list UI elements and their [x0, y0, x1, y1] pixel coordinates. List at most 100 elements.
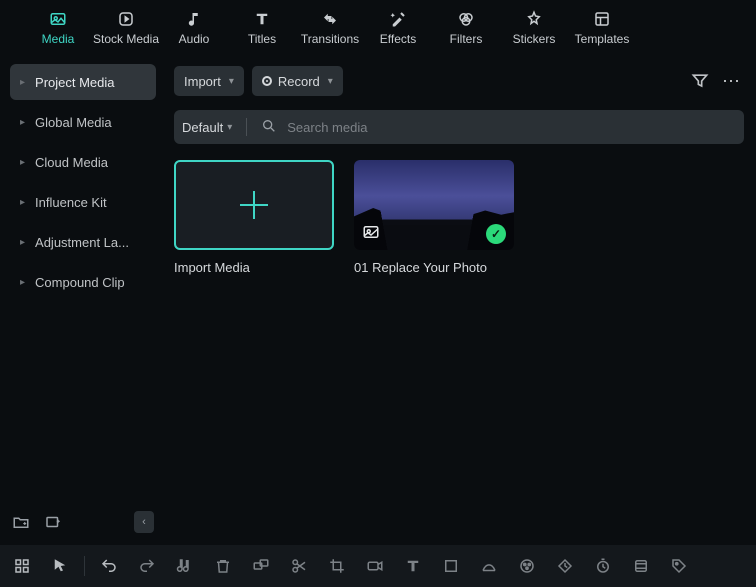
- freeze-frame-button[interactable]: [631, 556, 651, 576]
- ungroup-button[interactable]: [251, 556, 271, 576]
- tab-label: Effects: [380, 32, 416, 46]
- tab-label: Templates: [575, 32, 630, 46]
- caret-down-icon: ▾: [328, 76, 333, 87]
- sidebar-item-cloud-media[interactable]: ▸ Cloud Media: [10, 144, 156, 180]
- filters-icon: [456, 10, 476, 28]
- sidebar-item-label: Influence Kit: [35, 195, 107, 210]
- timeline-toolbar: [0, 545, 756, 587]
- button-label: Import: [184, 74, 221, 89]
- import-media-thumb[interactable]: [174, 160, 334, 250]
- record-icon: [262, 76, 272, 86]
- media-thumb[interactable]: ✓: [354, 160, 514, 250]
- sidebar-bottom: ‹: [10, 507, 156, 537]
- card-label: 01 Replace Your Photo: [354, 260, 516, 275]
- tab-label: Audio: [179, 32, 210, 46]
- tab-stock-media[interactable]: Stock Media: [92, 4, 160, 52]
- shape-button[interactable]: [441, 556, 461, 576]
- separator: [84, 556, 85, 576]
- sidebar-item-adjustment-layer[interactable]: ▸ Adjustment La...: [10, 224, 156, 260]
- keyframe-button[interactable]: [555, 556, 575, 576]
- card-label: Import Media: [174, 260, 336, 275]
- content-panel: Import ▾ Record ▾ ⋯ Default ▾: [166, 56, 756, 545]
- collapse-sidebar-button[interactable]: ‹: [134, 511, 154, 533]
- toolbar-apps-icon[interactable]: [12, 556, 32, 576]
- redo-button[interactable]: [137, 556, 157, 576]
- image-type-icon: [362, 223, 380, 244]
- new-bin-icon[interactable]: [44, 513, 62, 531]
- divider: [246, 118, 247, 136]
- main-area: ▸ Project Media ▸ Global Media ▸ Cloud M…: [0, 56, 756, 545]
- record-button[interactable]: Record ▾: [252, 66, 343, 96]
- media-icon: [48, 10, 68, 28]
- sidebar-item-global-media[interactable]: ▸ Global Media: [10, 104, 156, 140]
- sort-default-select[interactable]: Default ▾: [182, 120, 232, 135]
- effects-icon: [388, 10, 408, 28]
- import-media-card[interactable]: Import Media: [174, 160, 336, 275]
- tab-audio[interactable]: Audio: [160, 4, 228, 52]
- caret-down-icon: ▾: [227, 122, 232, 133]
- filter-sort-button[interactable]: [688, 69, 712, 93]
- search-input[interactable]: [287, 120, 736, 135]
- speed-curve-button[interactable]: [479, 556, 499, 576]
- tab-label: Media: [42, 32, 75, 46]
- tab-templates[interactable]: Templates: [568, 4, 636, 52]
- tab-titles[interactable]: Titles: [228, 4, 296, 52]
- sidebar-item-label: Cloud Media: [35, 155, 108, 170]
- text-button[interactable]: [403, 556, 423, 576]
- audio-icon: [184, 10, 204, 28]
- more-options-button[interactable]: ⋯: [720, 69, 744, 93]
- split-button[interactable]: [289, 556, 309, 576]
- sidebar-item-influence-kit[interactable]: ▸ Influence Kit: [10, 184, 156, 220]
- chevron-right-icon: ▸: [20, 197, 25, 208]
- color-button[interactable]: [517, 556, 537, 576]
- new-folder-icon[interactable]: [12, 513, 30, 531]
- tab-effects[interactable]: Effects: [364, 4, 432, 52]
- sidebar-item-label: Project Media: [35, 75, 114, 90]
- camera-button[interactable]: [365, 556, 385, 576]
- delete-button[interactable]: [213, 556, 233, 576]
- tab-filters[interactable]: Filters: [432, 4, 500, 52]
- tab-label: Stickers: [513, 32, 556, 46]
- sidebar: ▸ Project Media ▸ Global Media ▸ Cloud M…: [0, 56, 166, 545]
- sidebar-item-label: Global Media: [35, 115, 112, 130]
- chevron-right-icon: ▸: [20, 77, 25, 88]
- transitions-icon: [320, 10, 340, 28]
- chevron-right-icon: ▸: [20, 237, 25, 248]
- tab-label: Stock Media: [93, 32, 159, 46]
- checked-badge: ✓: [486, 224, 506, 244]
- button-label: Record: [278, 74, 320, 89]
- stickers-icon: [524, 10, 544, 28]
- chevron-right-icon: ▸: [20, 117, 25, 128]
- media-grid: Import Media ✓ 01 Replace Your Photo: [174, 160, 744, 275]
- media-item-card[interactable]: ✓ 01 Replace Your Photo: [354, 160, 516, 275]
- tab-label: Titles: [248, 32, 276, 46]
- tab-label: Filters: [450, 32, 483, 46]
- tab-media[interactable]: Media: [24, 4, 92, 52]
- tab-label: Transitions: [301, 32, 359, 46]
- marker-button[interactable]: [175, 556, 195, 576]
- crop-button[interactable]: [327, 556, 347, 576]
- chevron-right-icon: ▸: [20, 277, 25, 288]
- chevron-right-icon: ▸: [20, 157, 25, 168]
- titles-icon: [252, 10, 272, 28]
- select-label: Default: [182, 120, 223, 135]
- content-toolbar: Import ▾ Record ▾ ⋯: [174, 64, 744, 98]
- sidebar-item-project-media[interactable]: ▸ Project Media: [10, 64, 156, 100]
- import-button[interactable]: Import ▾: [174, 66, 244, 96]
- timer-button[interactable]: [593, 556, 613, 576]
- caret-down-icon: ▾: [229, 76, 234, 87]
- chevron-left-icon: ‹: [142, 516, 146, 528]
- sidebar-item-compound-clip[interactable]: ▸ Compound Clip: [10, 264, 156, 300]
- templates-icon: [592, 10, 612, 28]
- tab-stickers[interactable]: Stickers: [500, 4, 568, 52]
- sidebar-item-label: Compound Clip: [35, 275, 125, 290]
- tab-transitions[interactable]: Transitions: [296, 4, 364, 52]
- search-bar: Default ▾: [174, 110, 744, 144]
- sidebar-item-label: Adjustment La...: [35, 235, 129, 250]
- top-tabs: Media Stock Media Audio Titles Transitio…: [0, 0, 756, 56]
- tag-button[interactable]: [669, 556, 689, 576]
- plus-icon: [240, 191, 268, 219]
- sidebar-list: ▸ Project Media ▸ Global Media ▸ Cloud M…: [10, 64, 156, 507]
- toolbar-cursor-icon[interactable]: [50, 556, 70, 576]
- undo-button[interactable]: [99, 556, 119, 576]
